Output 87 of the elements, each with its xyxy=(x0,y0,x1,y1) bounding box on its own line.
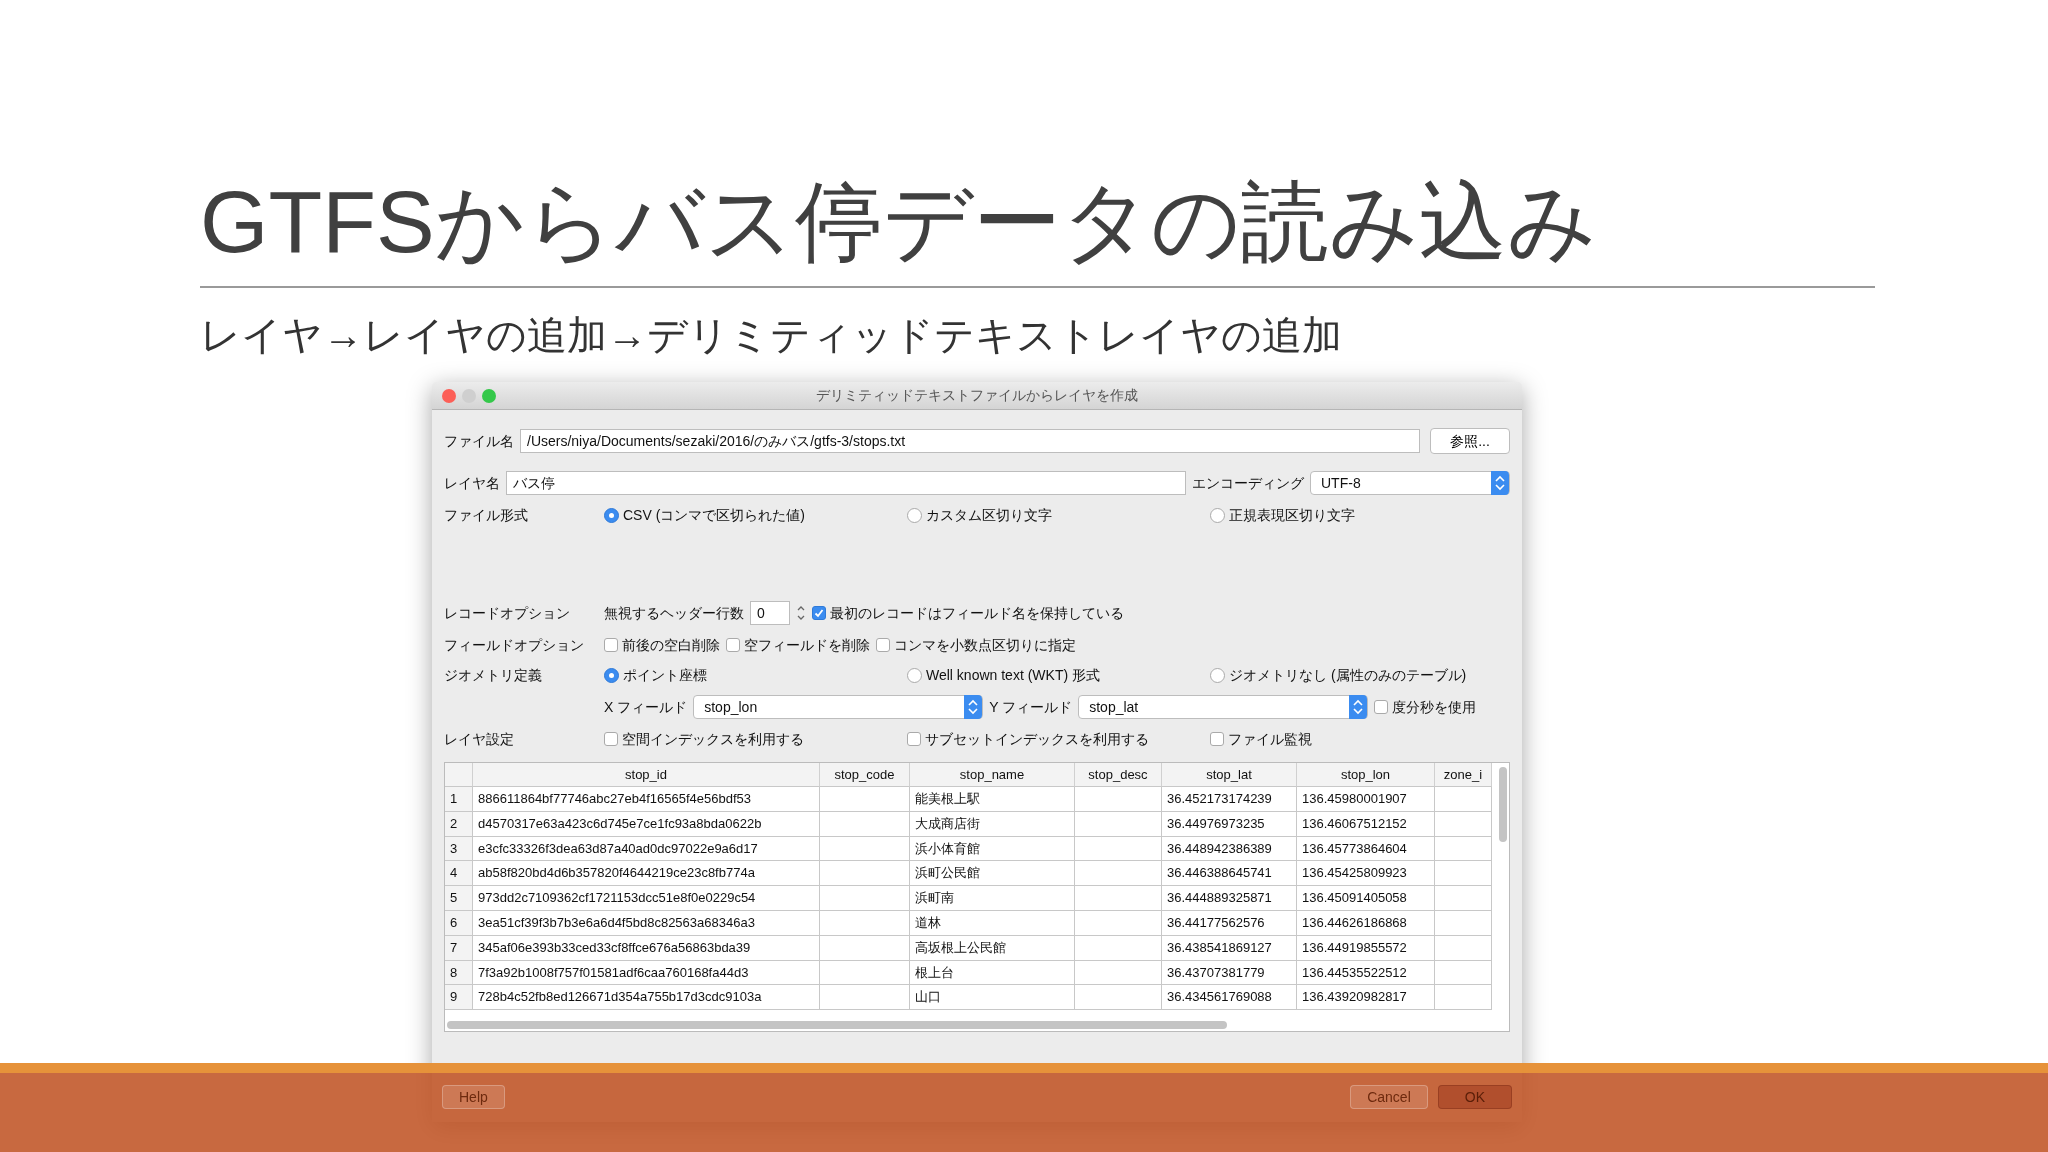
option-label[interactable]: 前後の空白削除 xyxy=(622,634,720,656)
table-cell: 能美根上駅 xyxy=(910,787,1075,812)
column-header[interactable]: stop_desc xyxy=(1075,763,1162,787)
table-cell: e3cfc33326f3dea63d87a40ad0dc97022e9a6d17 xyxy=(473,836,820,862)
table-cell: 136.45091405058 xyxy=(1297,886,1435,911)
field-label: フィールドオプション xyxy=(444,635,585,655)
column-header[interactable]: stop_id xyxy=(473,763,820,787)
column-header[interactable]: stop_name xyxy=(910,763,1075,787)
table-cell: 728b4c52fb8ed126671d354a755b17d3cdc9103a xyxy=(473,985,820,1011)
table-cell: 136.45980001907 xyxy=(1297,787,1435,812)
option-label[interactable]: CSV (コンマで区切られた値) xyxy=(623,504,805,526)
table-cell: 136.46067512152 xyxy=(1297,811,1435,837)
field-label: Y フィールド xyxy=(989,697,1073,717)
option-label[interactable]: 度分秒を使用 xyxy=(1392,696,1477,718)
row-number: 1 xyxy=(445,787,473,812)
row-number: 5 xyxy=(445,886,473,911)
field-label: レコードオプション xyxy=(444,603,571,623)
option-label[interactable]: 空フィールドを削除 xyxy=(744,634,870,656)
field-label: レイヤ名 xyxy=(444,473,500,493)
option-label[interactable]: サブセットインデックスを利用する xyxy=(925,728,1149,750)
column-header[interactable]: stop_lat xyxy=(1162,763,1297,787)
table-cell: 136.45425809923 xyxy=(1297,861,1435,887)
file-path-field[interactable]: /Users/niya/Documents/sezaki/2016/のみバス/gtfs-3/stops.txt xyxy=(520,429,1420,453)
option-label[interactable]: 最初のレコードはフィールド名を保持している xyxy=(830,602,1124,624)
table-cell: 36.446388645741 xyxy=(1162,861,1297,887)
option-label[interactable]: ファイル監視 xyxy=(1228,728,1312,750)
option-label[interactable]: ジオメトリなし (属性のみのテーブル) xyxy=(1229,664,1467,686)
table-cell: 136.45773864604 xyxy=(1297,836,1435,862)
table-cell: 36.444889325871 xyxy=(1162,886,1297,911)
table-cell: 136.44919855572 xyxy=(1297,935,1435,961)
header-rows-field[interactable]: 0 xyxy=(750,601,790,625)
option-label[interactable]: 正規表現区切り文字 xyxy=(1229,504,1355,526)
table-cell: 高坂根上公民館 xyxy=(910,935,1075,961)
table-cell: 36.438541869127 xyxy=(1162,935,1297,961)
table-cell: 山口 xyxy=(910,985,1075,1011)
slide-subtitle: レイヤ→レイヤの追加→デリミティッドテキストレイヤの追加 xyxy=(200,312,1343,359)
column-header[interactable]: zone_i xyxy=(1435,763,1492,787)
field-label: レイヤ設定 xyxy=(444,729,515,749)
option-label[interactable]: カスタム区切り文字 xyxy=(926,504,1052,526)
field-label: 無視するヘッダー行数 xyxy=(604,603,744,623)
table-cell: 36.434561769088 xyxy=(1162,985,1297,1011)
field-label: ファイル名 xyxy=(444,431,514,451)
y-field-select[interactable]: stop_lat xyxy=(1078,695,1369,719)
row-number: 3 xyxy=(445,836,473,862)
browse-button[interactable]: 参照... xyxy=(1430,428,1510,454)
field-label: ファイル形式 xyxy=(444,505,529,525)
option-label[interactable]: コンマを小数点区切りに指定 xyxy=(894,634,1076,656)
option-label[interactable]: Well known text (WKT) 形式 xyxy=(926,664,1100,686)
row-number: 6 xyxy=(445,911,473,936)
encoding-select[interactable]: UTF-8 xyxy=(1310,471,1510,495)
table-cell: 36.43707381779 xyxy=(1162,960,1297,986)
window-title: デリミティッドテキストファイルからレイヤを作成 xyxy=(816,386,1138,405)
table-cell: 36.44177562576 xyxy=(1162,911,1297,936)
table-cell: 136.43920982817 xyxy=(1297,985,1435,1011)
row-number: 8 xyxy=(445,960,473,986)
table-cell: 136.44535522512 xyxy=(1297,960,1435,986)
row-number: 9 xyxy=(445,985,473,1011)
layer-name-field[interactable]: バス停 xyxy=(506,471,1186,495)
table-cell: 3ea51cf39f3b7b3e6a6d4f5bd8c82563a68346a3 xyxy=(473,911,820,936)
table-cell: 道林 xyxy=(910,911,1075,936)
table-cell: 36.448942386389 xyxy=(1162,836,1297,862)
row-number: 7 xyxy=(445,935,473,961)
table-cell: ab58f820bd4d6b357820f4644219ce23c8fb774a xyxy=(473,861,820,887)
table-cell: 根上台 xyxy=(910,960,1075,986)
table-cell: 大成商店街 xyxy=(910,811,1075,837)
column-header[interactable]: stop_code xyxy=(820,763,910,787)
column-header[interactable]: stop_lon xyxy=(1297,763,1435,787)
field-label: エンコーディング xyxy=(1192,473,1304,493)
table-cell: d4570317e63a423c6d745e7ce1fc93a8bda0622b xyxy=(473,811,820,837)
field-label: ジオメトリ定義 xyxy=(444,665,543,685)
option-label[interactable]: 空間インデックスを利用する xyxy=(622,728,804,750)
table-cell: 36.452173174239 xyxy=(1162,787,1297,812)
row-number: 4 xyxy=(445,861,473,887)
x-field-select[interactable]: stop_lon xyxy=(693,695,984,719)
row-number: 2 xyxy=(445,811,473,837)
table-cell: 36.44976973235 xyxy=(1162,811,1297,837)
option-label[interactable]: ポイント座標 xyxy=(623,664,707,686)
table-cell: 浜町公民館 xyxy=(910,861,1075,887)
table-cell: 浜町南 xyxy=(910,886,1075,911)
table-cell: 浜小体育館 xyxy=(910,836,1075,862)
table-cell: 345af06e393b33ced33cf8ffce676a56863bda39 xyxy=(473,935,820,961)
table-cell: 7f3a92b1008f757f01581adf6caa760168fa44d3 xyxy=(473,960,820,986)
table-cell: 973dd2c7109362cf1721153dcc51e8f0e0229c54 xyxy=(473,886,820,911)
field-label: X フィールド xyxy=(604,697,688,717)
table-cell: 136.44626186868 xyxy=(1297,911,1435,936)
slide-title: GTFSからバス停データの読み込み xyxy=(200,171,1598,273)
table-cell: 886611864bf77746abc27eb4f16565f4e56bdf53 xyxy=(473,787,820,812)
